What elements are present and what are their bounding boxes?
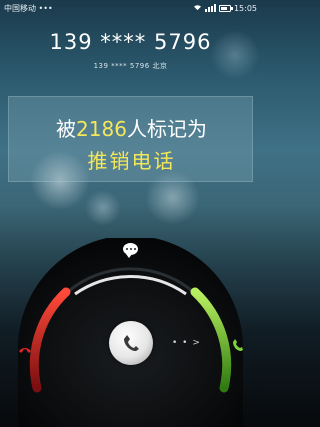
spam-warning-banner: 被2186人标记为 推销电话 (8, 96, 253, 182)
phone-handle-icon (123, 334, 139, 356)
battery-icon (218, 4, 233, 12)
wifi-icon (193, 4, 202, 13)
mark-prefix: 被 (56, 117, 77, 141)
status-bar: 中国移动 ••• 15:05 (0, 0, 261, 16)
call-slider-handle[interactable] (109, 321, 153, 365)
bokeh-light (85, 190, 121, 226)
carrier-label: 中国移动 ••• (4, 3, 53, 13)
slide-arrow-hint: • • > (172, 338, 201, 348)
spam-tag-label: 推销电话 (87, 149, 176, 173)
caller-number: 139 **** 5796 (49, 30, 212, 54)
mark-suffix: 人标记为 (126, 117, 207, 141)
mark-count-line: 被2186人标记为 (9, 113, 254, 142)
clock: 15:05 (233, 3, 257, 13)
status-indicators: 15:05 (193, 4, 257, 13)
message-bubble-icon[interactable] (123, 243, 138, 258)
mark-count: 2186 (76, 117, 127, 141)
answer-phone-icon[interactable] (232, 337, 244, 356)
caller-location: 北京 (152, 62, 168, 70)
hang-up-phone-icon[interactable] (18, 340, 32, 359)
caller-details: 139 **** 5796 北京 (0, 61, 261, 71)
signal-strength-icon (204, 4, 216, 12)
caller-number-small: 139 **** 5796 (93, 62, 150, 70)
